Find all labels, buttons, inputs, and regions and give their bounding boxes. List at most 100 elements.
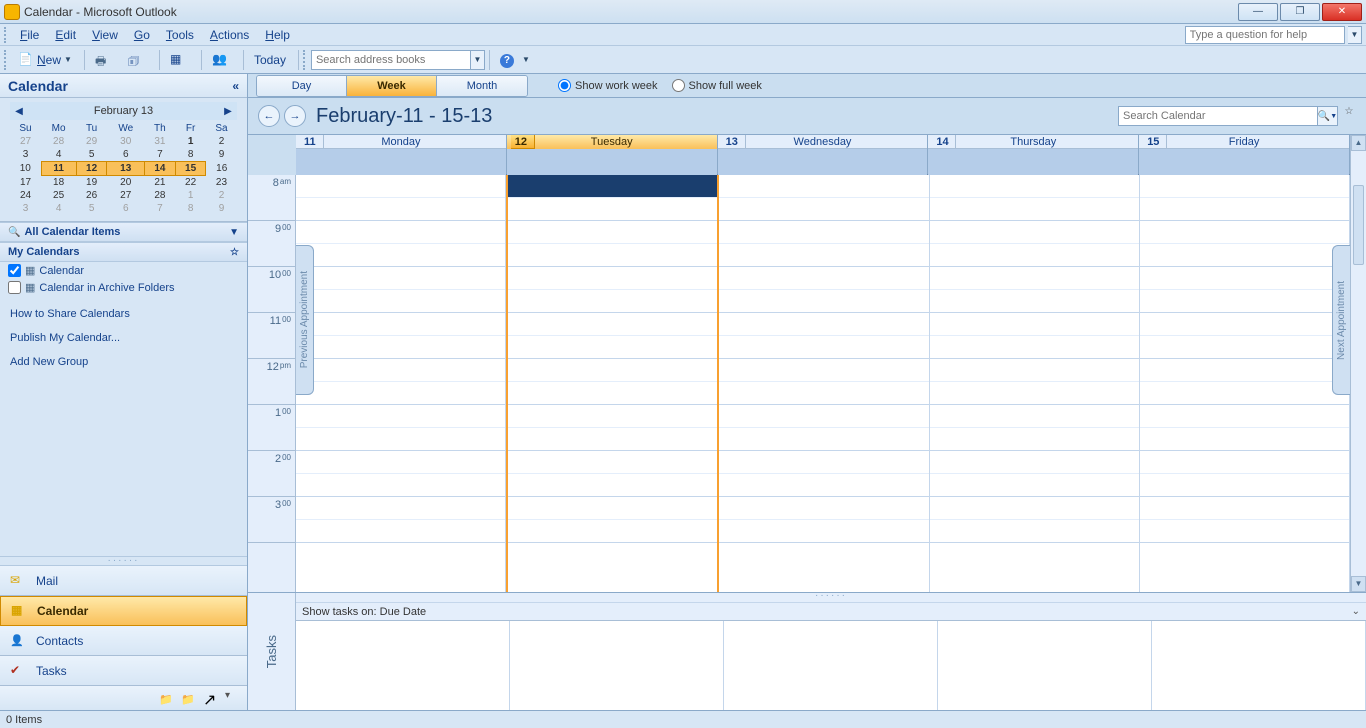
time-slot[interactable]: [1140, 267, 1349, 290]
calendar-checkbox[interactable]: [8, 281, 21, 294]
time-slot[interactable]: [296, 405, 505, 428]
day-header[interactable]: 11Monday: [296, 135, 507, 174]
mini-calendar-day[interactable]: 2: [206, 135, 237, 148]
collapse-icon[interactable]: ☆: [230, 247, 239, 258]
time-slot[interactable]: [1140, 474, 1349, 497]
time-slot[interactable]: [719, 405, 928, 428]
mini-calendar-day[interactable]: 16: [206, 162, 237, 176]
tab-day[interactable]: Day: [257, 76, 347, 96]
vertical-scrollbar[interactable]: ▲ ▼: [1350, 135, 1366, 592]
time-slot[interactable]: [719, 359, 928, 382]
address-book-dropdown[interactable]: ▼: [471, 50, 485, 70]
time-slot[interactable]: [719, 221, 928, 244]
time-slot[interactable]: [719, 382, 928, 405]
menu-go[interactable]: Go: [126, 26, 158, 44]
mini-calendar-day[interactable]: 22: [175, 176, 206, 190]
link-add-group[interactable]: Add New Group: [10, 350, 237, 374]
mini-calendar-day[interactable]: 27: [10, 135, 41, 148]
close-button[interactable]: ✕: [1322, 3, 1362, 21]
prev-week-button[interactable]: ←: [258, 105, 280, 127]
calendar-search-input[interactable]: [1118, 106, 1318, 126]
collapse-nav-button[interactable]: «: [232, 79, 239, 93]
shortcuts-icon[interactable]: ↗: [203, 690, 219, 706]
mini-calendar-day[interactable]: 10: [10, 162, 41, 176]
address-book-search[interactable]: [311, 50, 471, 70]
day-column[interactable]: [296, 175, 506, 592]
time-slot[interactable]: [930, 428, 1139, 451]
time-slot[interactable]: [296, 198, 505, 221]
time-slot[interactable]: [719, 244, 928, 267]
task-day-column[interactable]: [296, 621, 510, 710]
time-slot[interactable]: [1140, 520, 1349, 543]
mini-calendar-day[interactable]: 30: [107, 135, 145, 148]
time-slot[interactable]: [719, 474, 928, 497]
mini-calendar-day[interactable]: 7: [145, 202, 176, 215]
print-button[interactable]: [89, 50, 120, 70]
menu-actions[interactable]: Actions: [202, 26, 257, 44]
mini-calendar-day[interactable]: 5: [76, 202, 107, 215]
mini-calendar-day[interactable]: 8: [175, 148, 206, 162]
time-slot[interactable]: [719, 428, 928, 451]
calendar-item-default[interactable]: Calendar: [0, 262, 247, 279]
time-slot[interactable]: [508, 405, 717, 428]
mini-calendar-day[interactable]: 25: [41, 189, 76, 202]
time-slot[interactable]: [296, 382, 505, 405]
mini-calendar-day[interactable]: 1: [175, 135, 206, 148]
time-slot[interactable]: [719, 336, 928, 359]
menu-file[interactable]: File: [12, 26, 47, 44]
menu-view[interactable]: View: [84, 26, 126, 44]
time-slot[interactable]: [930, 313, 1139, 336]
time-slot[interactable]: [508, 290, 717, 313]
all-day-area[interactable]: [718, 149, 928, 175]
tasks-header[interactable]: Show tasks on: Due Date ⌄: [296, 603, 1366, 621]
link-share-calendars[interactable]: How to Share Calendars: [10, 302, 237, 326]
time-slot[interactable]: [508, 382, 717, 405]
time-slot[interactable]: [296, 474, 505, 497]
nav-splitter[interactable]: ······: [0, 556, 247, 566]
time-slot[interactable]: [930, 221, 1139, 244]
mini-calendar-day[interactable]: 12: [76, 162, 107, 176]
mini-calendar-day[interactable]: 14: [145, 162, 176, 176]
mini-calendar-day[interactable]: 18: [41, 176, 76, 190]
mini-calendar-day[interactable]: 4: [41, 202, 76, 215]
help-button[interactable]: ▼: [494, 50, 536, 70]
mini-calendar-day[interactable]: 17: [10, 176, 41, 190]
time-slot[interactable]: [508, 267, 717, 290]
time-slot[interactable]: [719, 313, 928, 336]
scroll-up-button[interactable]: ▲: [1351, 135, 1366, 151]
mini-calendar-day[interactable]: 3: [10, 148, 41, 162]
time-slot[interactable]: [1140, 313, 1349, 336]
time-slot[interactable]: [296, 497, 505, 520]
task-day-column[interactable]: [510, 621, 724, 710]
calendar-item-archive[interactable]: Calendar in Archive Folders: [0, 279, 247, 296]
nav-contacts-button[interactable]: Contacts: [0, 626, 247, 656]
configure-buttons[interactable]: ▾: [225, 690, 241, 706]
time-slot[interactable]: [508, 451, 717, 474]
time-slot[interactable]: [296, 359, 505, 382]
time-slot[interactable]: [1140, 175, 1349, 198]
tab-month[interactable]: Month: [437, 76, 527, 96]
mini-calendar-day[interactable]: 15: [175, 162, 206, 176]
minimize-button[interactable]: —: [1238, 3, 1278, 21]
calendar-checkbox[interactable]: [8, 264, 21, 277]
time-slot[interactable]: [930, 382, 1139, 405]
menu-edit[interactable]: Edit: [47, 26, 84, 44]
time-slot[interactable]: [930, 359, 1139, 382]
new-button[interactable]: New▼: [12, 50, 78, 70]
next-week-button[interactable]: →: [284, 105, 306, 127]
day-header[interactable]: 14Thursday: [928, 135, 1139, 174]
time-slot[interactable]: [719, 198, 928, 221]
time-slot[interactable]: [508, 313, 717, 336]
time-slot[interactable]: [1140, 405, 1349, 428]
time-slot[interactable]: [719, 267, 928, 290]
mini-calendar-day[interactable]: 1: [175, 189, 206, 202]
time-slot[interactable]: [930, 290, 1139, 313]
mini-calendar-day[interactable]: 6: [107, 148, 145, 162]
time-slot[interactable]: [1140, 359, 1349, 382]
previous-appointment-tab[interactable]: Previous Appointment: [296, 245, 314, 395]
time-slot[interactable]: [1140, 244, 1349, 267]
all-day-area[interactable]: [1139, 149, 1349, 175]
time-slot[interactable]: [719, 497, 928, 520]
date-navigator[interactable]: ◀ February 13 ▶ SuMoTuWeThFrSa 272829303…: [0, 98, 247, 222]
time-slot[interactable]: [508, 198, 717, 221]
